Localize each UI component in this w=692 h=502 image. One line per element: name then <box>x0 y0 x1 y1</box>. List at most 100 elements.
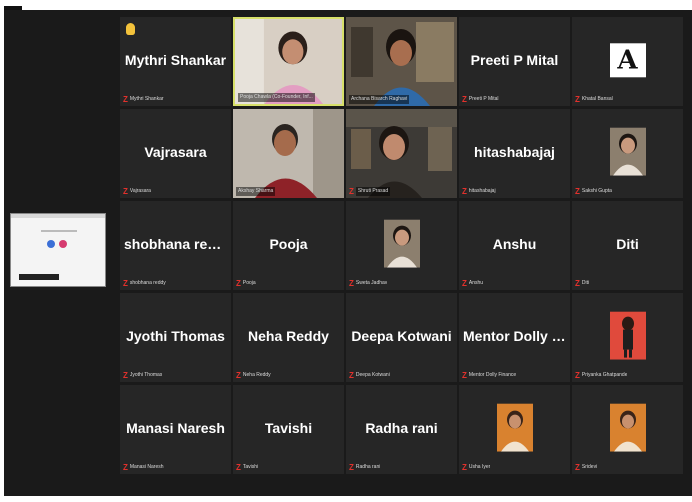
participant-avatar <box>609 311 646 360</box>
mic-off-icon: Z <box>349 463 354 472</box>
participant-name-label: Manasi Naresh <box>129 464 164 470</box>
participant-tile[interactable]: Manasi Naresh Z Manasi Naresh <box>120 385 231 474</box>
mic-off-icon: Z <box>236 463 241 472</box>
participant-name-label: Tavishi <box>242 464 259 470</box>
participant-avatar <box>383 219 420 268</box>
participant-display-name: shobhana reddy <box>124 235 231 252</box>
participant-name-label: hitashabajaj <box>468 188 496 194</box>
participant-name-label: Archana Bisarch Raghavi <box>349 95 410 104</box>
participant-name-label: Mentor Dolly Finance <box>468 372 517 378</box>
mic-off-icon: Z <box>575 95 580 104</box>
participant-tile[interactable]: A Z Khatal Bansal <box>572 17 683 106</box>
participant-name-label: Diti <box>581 280 590 286</box>
participant-name-label: Akshay Sharma <box>236 187 276 196</box>
participant-name-tag: Z Mentor Dolly Finance <box>462 371 516 380</box>
participant-name-tag: Z Khatal Bansal <box>575 95 613 104</box>
participant-name-tag: Z Deepa Kotwani <box>349 371 390 380</box>
participant-tile[interactable]: Neha Reddy Z Neha Reddy <box>233 293 344 382</box>
participant-tile[interactable]: Z Shruti Prasad <box>346 109 457 198</box>
participant-name-tag: Z Usha Iyer <box>462 463 490 472</box>
participant-name-tag: Z Sweta Jadhav <box>349 279 387 288</box>
mic-off-icon: Z <box>236 279 241 288</box>
participant-display-name: Anshu <box>492 235 537 252</box>
participant-tile[interactable]: Z Sweta Jadhav <box>346 201 457 290</box>
mic-off-icon: Z <box>462 371 467 380</box>
participant-name-tag: Zhitashabajaj <box>462 187 496 196</box>
mic-off-icon: Z <box>123 95 128 104</box>
participant-avatar <box>609 403 646 452</box>
mic-off-icon: Z <box>123 187 128 196</box>
participant-name-label: Vajrasara <box>129 188 151 194</box>
screen-share-thumbnail[interactable] <box>10 213 106 287</box>
participant-name-label: Khatal Bansal <box>581 96 613 102</box>
share-thumbnail-header <box>11 214 105 218</box>
participant-name-tag: Z Diti <box>575 279 589 288</box>
participant-name-tag: Zshobhana reddy <box>123 279 166 288</box>
participant-name-label: Usha Iyer <box>468 464 491 470</box>
participant-name-tag: Z Preeti P Mital <box>462 95 499 104</box>
mic-off-icon: Z <box>123 371 128 380</box>
mic-off-icon: Z <box>575 279 580 288</box>
participant-tile[interactable]: shobhana reddy Zshobhana reddy <box>120 201 231 290</box>
participant-name-label: Neha Reddy <box>242 372 271 378</box>
participant-name-label: Deepa Kotwani <box>355 372 390 378</box>
participant-tile[interactable]: hitashabajaj Zhitashabajaj <box>459 109 570 198</box>
participant-name-tag: Akshay Sharma <box>236 187 276 196</box>
mic-off-icon: Z <box>349 279 354 288</box>
participant-name-label: Sweta Jadhav <box>355 280 388 286</box>
participant-tile[interactable]: Deepa Kotwani Z Deepa Kotwani <box>346 293 457 382</box>
participant-tile[interactable]: Mythri Shankar Z Mythri Shankar <box>120 17 231 106</box>
participant-tile[interactable]: Anshu Z Anshu <box>459 201 570 290</box>
participant-display-name: Diti <box>616 235 639 252</box>
participant-tile[interactable]: Z Sridevi <box>572 385 683 474</box>
participant-video <box>233 109 344 198</box>
participant-name-label: Preeti P Mital <box>468 96 499 102</box>
participant-name-label: Sakshi Gupta <box>581 188 612 194</box>
participant-video <box>346 17 457 106</box>
participant-name-tag: Z Priyanka Ghatpande <box>575 371 627 380</box>
participant-name-tag: Z Shruti Prasad <box>349 187 391 196</box>
share-thumbnail-footer <box>19 274 59 280</box>
mic-off-icon: Z <box>349 187 354 196</box>
participant-tile[interactable]: Pooja Z Pooja <box>233 201 344 290</box>
participant-display-name: Preeti P Mital <box>470 51 559 68</box>
participant-avatar <box>496 403 533 452</box>
participant-tile[interactable]: Mentor Dolly Fin... ZMentor Dolly Finance <box>459 293 570 382</box>
participant-tile[interactable]: Archana Bisarch Raghavi <box>346 17 457 106</box>
participant-name-label: Pooja Chawla (Co-Founder, Inf... <box>238 93 315 102</box>
participant-tile[interactable]: Tavishi Z Tavishi <box>233 385 344 474</box>
mic-off-icon: Z <box>123 463 128 472</box>
participant-display-name: hitashabajaj <box>474 143 555 160</box>
participant-name-label: Pooja <box>242 280 256 286</box>
participant-video <box>346 109 457 198</box>
participant-name-tag: Z Jyothi Thomas <box>123 371 162 380</box>
participant-tile[interactable]: Z Usha Iyer <box>459 385 570 474</box>
participant-name-tag: Z Vajrasara <box>123 187 151 196</box>
participant-tile[interactable]: Akshay Sharma <box>233 109 344 198</box>
mic-off-icon: Z <box>462 463 467 472</box>
participant-name-tag: Z Mythri Shankar <box>123 95 164 104</box>
participant-name-tag: Z Sridevi <box>575 463 597 472</box>
participant-name-label: Mythri Shankar <box>129 96 164 102</box>
participant-tile[interactable]: Jyothi Thomas Z Jyothi Thomas <box>120 293 231 382</box>
participant-tile[interactable]: Z Sakshi Gupta <box>572 109 683 198</box>
mic-off-icon: Z <box>575 371 580 380</box>
participant-display-name: Mythri Shankar <box>124 51 227 68</box>
participant-name-tag: Z Anshu <box>462 279 483 288</box>
participant-tile[interactable]: Radha rani Z Radha rani <box>346 385 457 474</box>
participant-tile[interactable]: Z Priyanka Ghatpande <box>572 293 683 382</box>
participant-tile[interactable]: Vajrasara Z Vajrasara <box>120 109 231 198</box>
participant-tile[interactable]: Diti Z Diti <box>572 201 683 290</box>
participant-name-tag: Archana Bisarch Raghavi <box>349 95 410 104</box>
participant-name-label: Sridevi <box>581 464 598 470</box>
participant-name-tag: Z Manasi Naresh <box>123 463 164 472</box>
participant-display-name: Jyothi Thomas <box>126 327 225 344</box>
participant-display-name: Neha Reddy <box>248 327 329 344</box>
share-thumbnail-graphic <box>47 238 71 250</box>
participant-tile[interactable]: Preeti P Mital Z Preeti P Mital <box>459 17 570 106</box>
participant-name-tag: Z Radha rani <box>349 463 380 472</box>
participant-video <box>235 19 342 104</box>
participant-tile[interactable]: Pooja Chawla (Co-Founder, Inf... <box>233 17 344 106</box>
participant-name-label: Radha rani <box>355 464 381 470</box>
participant-display-name: Deepa Kotwani <box>351 327 452 344</box>
